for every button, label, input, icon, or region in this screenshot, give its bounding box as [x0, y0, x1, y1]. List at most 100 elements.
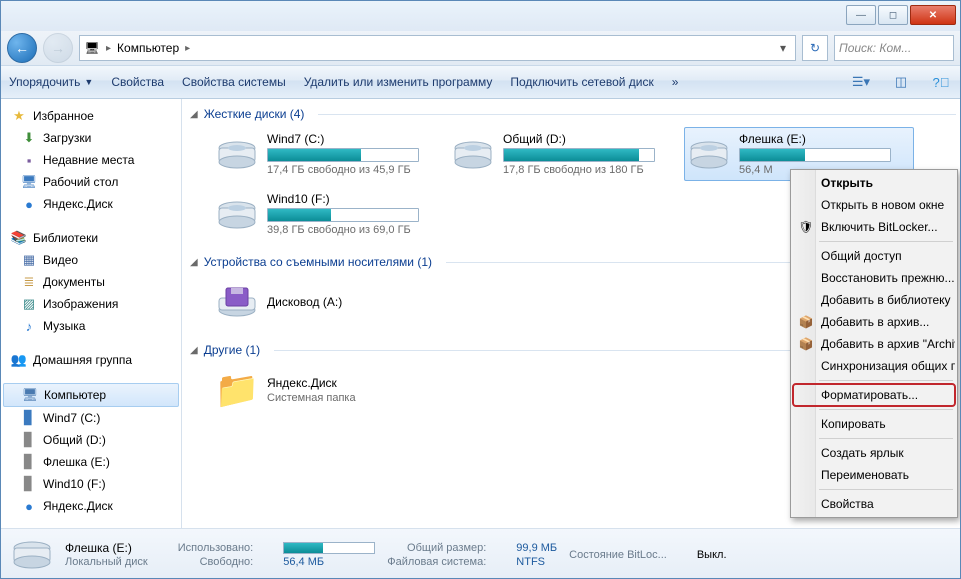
toolbar-overflow[interactable]: »: [672, 75, 679, 89]
refresh-button[interactable]: ↻: [802, 35, 828, 61]
context-menu-item[interactable]: Копировать: [793, 413, 955, 435]
view-mode-button[interactable]: ☰▾: [850, 71, 872, 93]
sidebar-favorite-2[interactable]: 🖥 Рабочий стол: [1, 171, 181, 193]
sidebar-item-label: Рабочий стол: [43, 175, 118, 189]
window-titlebar: — ◻ ✕: [1, 1, 960, 31]
status-free-label: Свободно:: [178, 556, 254, 568]
item-icon: ●: [21, 196, 37, 212]
item-icon: 🖥: [21, 174, 37, 190]
sidebar-library-3[interactable]: ♪Музыка: [1, 315, 181, 337]
star-icon: ★: [11, 108, 27, 124]
uninstall-button[interactable]: Удалить или изменить программу: [304, 75, 493, 89]
sidebar-libraries-header[interactable]: 📚Библиотеки: [1, 227, 181, 249]
sidebar-favorite-1[interactable]: ▪Недавние места: [1, 149, 181, 171]
hard-drive-icon: [687, 132, 731, 176]
drive-icon: [11, 534, 53, 576]
maximize-button[interactable]: ◻: [878, 5, 908, 25]
menu-item-label: Открыть: [821, 176, 873, 190]
drive-name: Wind7 (C:): [267, 132, 439, 146]
context-menu: Открыть Открыть в новом окне 🛡Включить Bit…: [790, 169, 958, 518]
context-menu-item[interactable]: Синхронизация общих п: [793, 355, 955, 377]
usage-bar: [267, 208, 419, 222]
context-menu-item[interactable]: Общий доступ: [793, 245, 955, 267]
drive-tile[interactable]: Wind10 (F:)39,8 ГБ свободно из 69,0 ГБ: [212, 187, 442, 241]
folder-name: Яндекс.Диск: [267, 376, 439, 390]
folder-tile[interactable]: 📁Яндекс.ДискСистемная папка: [212, 363, 442, 417]
context-menu-item[interactable]: Переименовать: [793, 464, 955, 486]
minimize-button[interactable]: —: [846, 5, 876, 25]
help-button[interactable]: ?⃝: [930, 71, 952, 93]
sidebar-favorite-3[interactable]: ●Яндекс.Диск: [1, 193, 181, 215]
close-button[interactable]: ✕: [910, 5, 956, 25]
menu-item-label: Открыть в новом окне: [821, 198, 944, 212]
context-menu-item[interactable]: Открыть в новом окне: [793, 194, 955, 216]
preview-pane-button[interactable]: ◫: [890, 71, 912, 93]
back-button[interactable]: ←: [7, 33, 37, 63]
sidebar-homegroup[interactable]: 👥Домашняя группа: [1, 349, 181, 371]
navigation-pane: ★Избранное ⬇Загрузки▪Недавние места 🖥 Рабо…: [1, 99, 182, 528]
sidebar-favorite-0[interactable]: ⬇Загрузки: [1, 127, 181, 149]
status-bitlocker-label: Состояние BitLoc...: [569, 549, 667, 561]
status-drive-type: Локальный диск: [65, 556, 148, 568]
menu-item-label: Создать ярлык: [821, 446, 904, 460]
context-menu-item[interactable]: Создать ярлык: [793, 442, 955, 464]
address-bar[interactable]: 🖥 ▸ Компьютер ▸ ▾: [79, 35, 796, 61]
context-menu-item[interactable]: 📦Добавить в архив...: [793, 311, 955, 333]
map-drive-button[interactable]: Подключить сетевой диск: [510, 75, 653, 89]
menu-item-label: Общий доступ: [821, 249, 902, 263]
status-bitlocker-value: Выкл.: [697, 549, 727, 561]
drive-tile[interactable]: Общий (D:)17,8 ГБ свободно из 180 ГБ: [448, 127, 678, 181]
breadcrumb-location[interactable]: Компьютер: [117, 41, 179, 55]
properties-button[interactable]: Свойства: [111, 75, 164, 89]
status-total-value: 99,9 МБ: [516, 542, 557, 554]
sidebar-library-1[interactable]: ≣Документы: [1, 271, 181, 293]
sidebar-computer[interactable]: 🖥Компьютер: [3, 383, 179, 407]
sidebar-computer-item-1[interactable]: ▊Общий (D:): [1, 429, 181, 451]
menu-item-label: Копировать: [821, 417, 886, 431]
section-header-hdd[interactable]: ◢Жесткие диски (4): [186, 105, 960, 123]
item-icon: ≣: [21, 274, 37, 290]
sidebar-item-label: Яндекс.Диск: [43, 499, 113, 513]
floppy-tile[interactable]: Дисковод (A:): [212, 275, 442, 329]
menu-item-label: Синхронизация общих п: [821, 359, 955, 373]
sidebar-item-label: Музыка: [43, 319, 85, 333]
search-input[interactable]: Поиск: Ком...: [834, 35, 954, 61]
navigation-bar: ← → 🖥 ▸ Компьютер ▸ ▾ ↻ Поиск: Ком...: [1, 31, 960, 65]
sidebar-library-2[interactable]: ▨Изображения: [1, 293, 181, 315]
menu-item-label: Добавить в архив "Archiv: [821, 337, 955, 351]
floppy-icon: [215, 280, 259, 324]
context-menu-item[interactable]: Свойства: [793, 493, 955, 515]
context-menu-item[interactable]: Добавить в библиотеку: [793, 289, 955, 311]
address-dropdown-icon[interactable]: ▾: [775, 41, 791, 55]
context-menu-item[interactable]: Восстановить прежню...: [793, 267, 955, 289]
drive-free-text: 17,4 ГБ свободно из 45,9 ГБ: [267, 164, 439, 176]
menu-separator: [819, 380, 953, 381]
sidebar-computer-item-3[interactable]: ▊Wind10 (F:): [1, 473, 181, 495]
usage-bar: [739, 148, 891, 162]
drive-tile[interactable]: Wind7 (C:) 17,4 ГБ свободно из 45,9 ГБ: [212, 127, 442, 181]
sidebar-computer-item-4[interactable]: ●Яндекс.Диск: [1, 495, 181, 517]
menu-item-label: Добавить в архив...: [821, 315, 929, 329]
menu-separator: [819, 438, 953, 439]
sidebar-computer-item-0[interactable]: ▊Wind7 (C:): [1, 407, 181, 429]
system-properties-button[interactable]: Свойства системы: [182, 75, 286, 89]
libraries-icon: 📚: [11, 230, 27, 246]
hard-drive-icon: [215, 192, 259, 236]
sidebar-library-0[interactable]: ▦Видео: [1, 249, 181, 271]
sidebar-item-label: Загрузки: [43, 131, 91, 145]
sidebar-computer-item-2[interactable]: ▊Флешка (E:): [1, 451, 181, 473]
sidebar-item-label: Видео: [43, 253, 78, 267]
context-menu-item[interactable]: 📦Добавить в архив "Archiv: [793, 333, 955, 355]
drive-name: Wind10 (F:): [267, 192, 439, 206]
folder-icon: 📁: [215, 368, 259, 412]
context-menu-item[interactable]: Открыть: [793, 172, 955, 194]
sidebar-item-label: Wind7 (C:): [43, 411, 100, 425]
breadcrumb-separator: ▸: [104, 43, 113, 54]
sidebar-item-label: Флешка (E:): [43, 455, 110, 469]
sidebar-favorites-header[interactable]: ★Избранное: [1, 105, 181, 127]
forward-button[interactable]: →: [43, 33, 73, 63]
organize-button[interactable]: Упорядочить▼: [9, 75, 93, 89]
context-menu-item[interactable]: 🛡Включить BitLocker...: [793, 216, 955, 238]
computer-icon: 🖥: [22, 387, 38, 403]
context-menu-item[interactable]: Форматировать...: [793, 384, 955, 406]
